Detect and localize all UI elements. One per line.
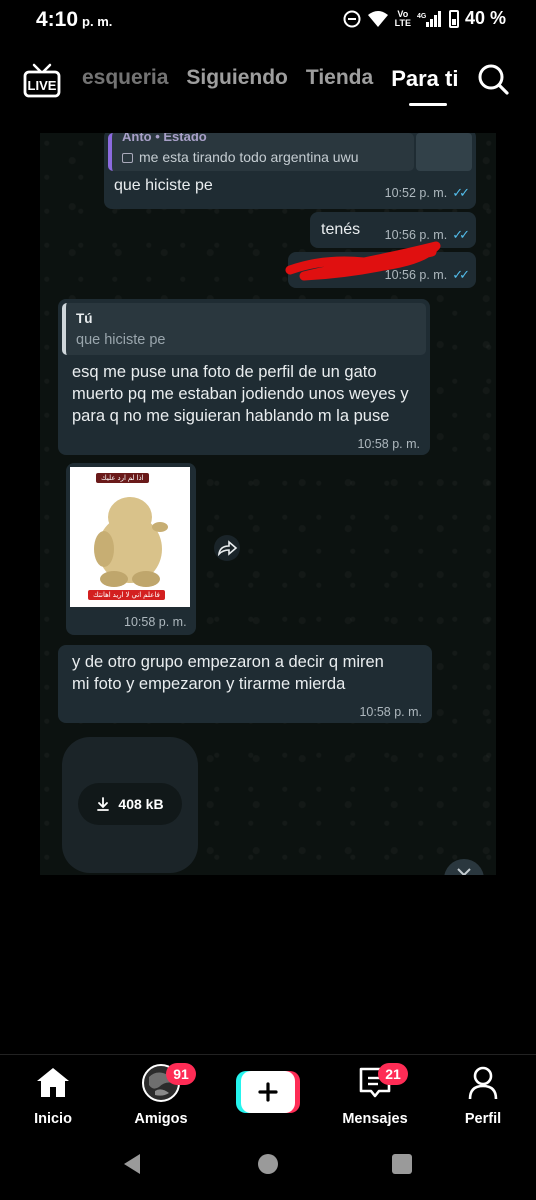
clock: 4:10 bbox=[36, 8, 79, 31]
message-text: esq me puse una foto de perfil de un gat… bbox=[72, 363, 409, 425]
message-text: tenés bbox=[321, 221, 361, 238]
image-message: اذا لم ارد عليك فاعلم اني لا اريد اهانتك… bbox=[66, 463, 196, 635]
tab-siguiendo[interactable]: Siguiendo bbox=[186, 66, 288, 92]
reply-text: me esta tirando todo argentina uwu bbox=[139, 149, 359, 165]
status-thumbnail bbox=[416, 133, 472, 171]
search-icon[interactable] bbox=[476, 62, 510, 96]
tab-explorar[interactable]: esqueria bbox=[82, 66, 168, 92]
photo-icon bbox=[122, 153, 133, 163]
live-icon[interactable]: LIVE bbox=[22, 62, 62, 100]
profile-icon bbox=[468, 1066, 498, 1100]
nav-label: Inicio bbox=[34, 1111, 72, 1127]
tab-para-ti[interactable]: Para ti bbox=[391, 66, 458, 106]
reply-author: Tú bbox=[76, 311, 93, 326]
message-meta: 10:58 p. m. bbox=[357, 437, 420, 451]
message-text: y de otro grupo empezaron a decir q mire… bbox=[72, 653, 384, 693]
reply-author: Anto • Estado bbox=[122, 133, 207, 144]
chevron-down-icon bbox=[457, 868, 471, 875]
create-button[interactable] bbox=[236, 1071, 300, 1113]
scroll-down-button[interactable] bbox=[444, 859, 484, 875]
nav-amigos[interactable]: 91 Amigos bbox=[116, 1063, 206, 1127]
tab-tienda[interactable]: Tienda bbox=[306, 66, 373, 92]
media-download-bubble[interactable]: 408 kB bbox=[62, 737, 198, 873]
battery-icon bbox=[448, 9, 459, 28]
nav-label: Amigos bbox=[134, 1111, 188, 1127]
clock-ampm: p. m. bbox=[82, 14, 113, 29]
status-icons: Vo LTE 4G 40 % bbox=[343, 8, 506, 29]
message-time: 10:58 p. m. bbox=[357, 437, 420, 451]
read-ticks-icon: ✓✓ bbox=[452, 185, 470, 200]
message-bubble: y de otro grupo empezaron a decir q mire… bbox=[58, 645, 432, 723]
signal-icon: 4G bbox=[417, 10, 441, 27]
message-bubble: Tú que hiciste pe esq me puse una foto d… bbox=[58, 299, 430, 455]
status-time: 4:10 p. m. bbox=[36, 8, 112, 32]
top-nav: LIVE esqueria Siguiendo Tienda Para ti bbox=[0, 52, 536, 112]
nav-label: Mensajes bbox=[342, 1111, 408, 1127]
reply-text: que hiciste pe bbox=[76, 332, 166, 348]
message-meta: 10:58 p. m. bbox=[124, 615, 187, 629]
download-icon bbox=[97, 797, 110, 811]
plus-icon bbox=[258, 1082, 278, 1102]
cat-figure bbox=[94, 497, 168, 587]
message-time: 10:58 p. m. bbox=[359, 705, 422, 719]
home-icon bbox=[37, 1068, 69, 1097]
wifi-icon bbox=[367, 10, 388, 27]
meme-image[interactable]: اذا لم ارد عليك فاعلم اني لا اريد اهانتك bbox=[70, 467, 190, 607]
svg-text:LIVE: LIVE bbox=[28, 78, 57, 93]
reply-quote: Tú que hiciste pe bbox=[62, 303, 426, 355]
message-bubble: Anto • Estado me esta tirando todo argen… bbox=[104, 133, 476, 209]
read-ticks-icon: ✓✓ bbox=[452, 227, 470, 242]
svg-text:4G: 4G bbox=[417, 13, 427, 20]
message-time: 10:52 p. m. bbox=[384, 186, 448, 200]
nav-perfil[interactable]: Perfil bbox=[438, 1065, 528, 1127]
red-scribble-redaction bbox=[285, 241, 441, 281]
mensajes-badge: 21 bbox=[378, 1063, 408, 1085]
battery-level: 40 % bbox=[464, 8, 506, 28]
home-circle-icon[interactable] bbox=[256, 1152, 280, 1176]
dnd-icon bbox=[343, 10, 361, 27]
nav-label: Perfil bbox=[464, 1111, 502, 1127]
message-bubble: 10:56 p. m. ✓✓ bbox=[285, 241, 476, 288]
image-top-caption: اذا لم ارد عليك bbox=[96, 473, 149, 483]
recents-icon[interactable] bbox=[390, 1152, 414, 1176]
bottom-nav: Inicio 91 Amigos 21 Mensajes Perfil bbox=[0, 1054, 536, 1132]
nav-mensajes[interactable]: 21 Mensajes bbox=[330, 1063, 420, 1127]
back-icon[interactable] bbox=[120, 1152, 144, 1176]
message-time: 10:58 p. m. bbox=[124, 615, 187, 629]
feed-tabs: esqueria Siguiendo Tienda Para ti bbox=[82, 66, 458, 106]
message-meta: 10:58 p. m. bbox=[359, 705, 422, 719]
system-nav-bar bbox=[0, 1140, 536, 1200]
video-chat-screenshot[interactable]: Anto • Estado me esta tirando todo argen… bbox=[40, 133, 496, 875]
forward-icon[interactable] bbox=[212, 535, 242, 561]
message-text: que hiciste pe bbox=[114, 177, 213, 194]
reply-quote: Anto • Estado me esta tirando todo argen… bbox=[108, 133, 414, 171]
message-meta: 10:52 p. m. ✓✓ bbox=[384, 185, 470, 201]
status-bar: 4:10 p. m. Vo LTE 4G 40 % bbox=[0, 0, 536, 40]
download-pill[interactable]: 408 kB bbox=[78, 783, 182, 825]
read-ticks-icon: ✓✓ bbox=[452, 267, 470, 282]
image-bottom-caption: فاعلم اني لا اريد اهانتك bbox=[88, 590, 165, 600]
file-size: 408 kB bbox=[118, 796, 164, 812]
reply-text-row: me esta tirando todo argentina uwu bbox=[122, 149, 358, 165]
nav-inicio[interactable]: Inicio bbox=[8, 1065, 98, 1127]
amigos-badge: 91 bbox=[166, 1063, 196, 1085]
volte-icon: Vo LTE bbox=[394, 8, 411, 28]
